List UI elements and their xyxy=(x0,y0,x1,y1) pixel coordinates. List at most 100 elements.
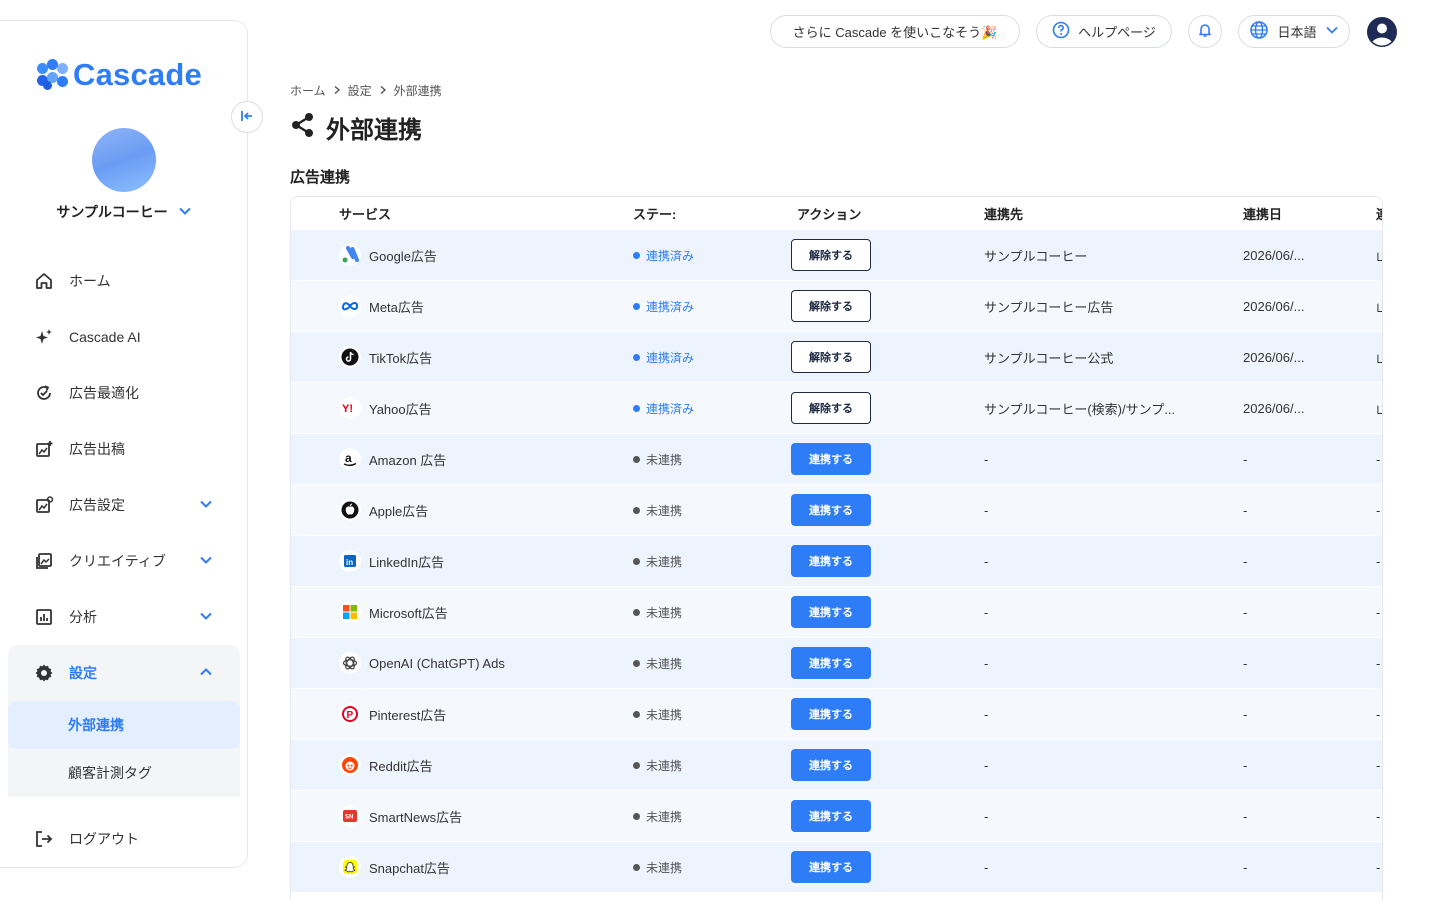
status-dot xyxy=(633,557,640,565)
sidebar-subitem-integrations[interactable]: 外部連携 xyxy=(8,701,240,749)
sidebar-item-label: 広告設定 xyxy=(69,497,125,513)
sidebar-subitem-label: 外部連携 xyxy=(68,717,124,733)
logout-label: ログアウト xyxy=(69,831,139,847)
account-avatar xyxy=(92,128,156,192)
sidebar-item-analysis[interactable]: 分析 xyxy=(8,589,240,645)
service-cell: Y! Yahoo広告 xyxy=(339,397,432,419)
connect-button[interactable]: 連携する xyxy=(791,647,871,679)
status-badge: 未連携 xyxy=(646,452,683,467)
date-cell: - xyxy=(1243,451,1248,467)
connect-button[interactable]: 連携する xyxy=(791,698,871,730)
chevron-down-icon[interactable] xyxy=(198,608,214,627)
chart-icon xyxy=(34,607,54,627)
sidebar-item-ad-settings[interactable]: 広告設定 xyxy=(8,477,240,533)
ad-settings-icon xyxy=(34,495,54,515)
cascade-logo[interactable]: Cascade xyxy=(37,57,202,93)
connect-button[interactable]: 連携する xyxy=(791,443,871,475)
sidebar-nav: ホーム Cascade AI 広告最適化 広告出稿 広告設定 クリエイティブ 分… xyxy=(8,253,240,797)
date-cell: 2026/06/... xyxy=(1243,247,1305,263)
sidebar-item-cascade-ai[interactable]: Cascade AI xyxy=(8,309,240,365)
sidebar-item-ad-optimization[interactable]: 広告最適化 xyxy=(8,365,240,421)
chevron-up-icon[interactable] xyxy=(198,664,214,683)
action-cell: 連携する xyxy=(791,851,871,883)
extra-cell: 山 xyxy=(1376,246,1382,265)
sidebar-item-label: ホーム xyxy=(69,273,111,289)
extra-cell: - xyxy=(1376,706,1381,722)
sidebar-item-ad-publish[interactable]: 広告出稿 xyxy=(8,421,240,477)
connect-button[interactable]: 連携する xyxy=(791,800,871,832)
table-row: Meta広告 連携済み 解除する サンプルコーヒー広告 2026/06/... … xyxy=(291,280,1382,331)
help-label: ヘルプページ xyxy=(1078,25,1156,40)
language-select[interactable]: 日本語 xyxy=(1238,15,1350,48)
account-name: サンプルコーヒー xyxy=(56,204,168,220)
destination-cell: - xyxy=(984,655,989,671)
chevron-right-icon xyxy=(378,84,388,98)
disconnect-button[interactable]: 解除する xyxy=(791,290,871,322)
date-cell: - xyxy=(1243,706,1248,722)
share-icon xyxy=(290,112,316,143)
breadcrumb-home[interactable]: ホーム xyxy=(290,82,326,99)
collapse-sidebar-button[interactable] xyxy=(231,101,263,133)
connect-button[interactable]: 連携する xyxy=(791,749,871,781)
promo-button[interactable]: さらに Cascade を使いこなそう🎉 xyxy=(770,15,1020,48)
connect-button[interactable]: 連携する xyxy=(791,545,871,577)
amazon-icon: a xyxy=(339,448,361,470)
table-row: SN SmartNews広告 未連携 連携する - - - xyxy=(291,790,1382,841)
apple-icon xyxy=(339,499,361,521)
status-cell: 未連携 xyxy=(633,655,682,672)
notification-button[interactable] xyxy=(1188,15,1222,48)
status-cell: 連携済み xyxy=(633,400,694,417)
table-row: Y! Yahoo広告 連携済み 解除する サンプルコーヒー(検索)/サンプ...… xyxy=(291,382,1382,433)
status-badge: 未連携 xyxy=(646,860,683,875)
status-badge: 未連携 xyxy=(646,758,683,773)
svg-text:in: in xyxy=(346,558,353,567)
header-destination: 連携先 xyxy=(984,206,1024,222)
destination-cell: - xyxy=(984,757,989,773)
sidebar-item-creative[interactable]: クリエイティブ xyxy=(8,533,240,589)
page-title: 外部連携 xyxy=(290,110,422,145)
chevron-down-icon[interactable] xyxy=(198,496,214,515)
status-cell: 連携済み xyxy=(633,349,694,366)
disconnect-button[interactable]: 解除する xyxy=(791,341,871,373)
svg-text:SN: SN xyxy=(345,815,353,821)
collapse-left-icon xyxy=(239,108,255,127)
status-badge: 連携済み xyxy=(646,299,695,314)
sidebar-item-home[interactable]: ホーム xyxy=(8,253,240,309)
sidebar-subitem-tracking-tag[interactable]: 顧客計測タグ xyxy=(8,749,240,797)
date-cell: - xyxy=(1243,502,1248,518)
extra-cell: 山 xyxy=(1376,297,1382,316)
action-cell: 解除する xyxy=(791,239,871,271)
status-badge: 未連携 xyxy=(646,503,683,518)
sidebar-item-label: Cascade AI xyxy=(69,329,141,345)
breadcrumb-settings[interactable]: 設定 xyxy=(348,82,372,99)
header-action: アクション xyxy=(797,206,862,222)
action-cell: 連携する xyxy=(791,749,871,781)
logout-button[interactable]: ログアウト xyxy=(8,811,240,867)
status-cell: 未連携 xyxy=(633,502,682,519)
action-cell: 解除する xyxy=(791,392,871,424)
disconnect-button[interactable]: 解除する xyxy=(791,239,871,271)
account-switcher[interactable]: サンプルコーヒー xyxy=(0,202,248,222)
chevron-down-icon[interactable] xyxy=(198,552,214,571)
disconnect-button[interactable]: 解除する xyxy=(791,392,871,424)
destination-cell: - xyxy=(984,502,989,518)
connect-button[interactable]: 連携する xyxy=(791,596,871,628)
table-row: P Pinterest広告 未連携 連携する - - - xyxy=(291,688,1382,739)
promo-label: さらに Cascade を使いこなそう🎉 xyxy=(792,25,998,40)
status-cell: 未連携 xyxy=(633,451,682,468)
user-avatar-icon[interactable] xyxy=(1366,16,1398,48)
status-cell: 連携済み xyxy=(633,298,694,315)
date-cell: 2026/06/... xyxy=(1243,400,1305,416)
connect-button[interactable]: 連携する xyxy=(791,851,871,883)
sidebar-item-settings[interactable]: 設定 xyxy=(8,645,240,701)
extra-cell: - xyxy=(1376,655,1381,671)
service-name: Meta広告 xyxy=(369,299,424,315)
date-cell: 2026/06/... xyxy=(1243,349,1305,365)
status-cell: 未連携 xyxy=(633,808,682,825)
svg-text:Y!: Y! xyxy=(342,403,353,415)
connect-button[interactable]: 連携する xyxy=(791,494,871,526)
status-dot xyxy=(633,455,640,463)
help-page-button[interactable]: ヘルプページ xyxy=(1036,15,1172,48)
destination-cell: サンプルコーヒー xyxy=(984,248,1088,264)
image-icon xyxy=(34,551,54,571)
